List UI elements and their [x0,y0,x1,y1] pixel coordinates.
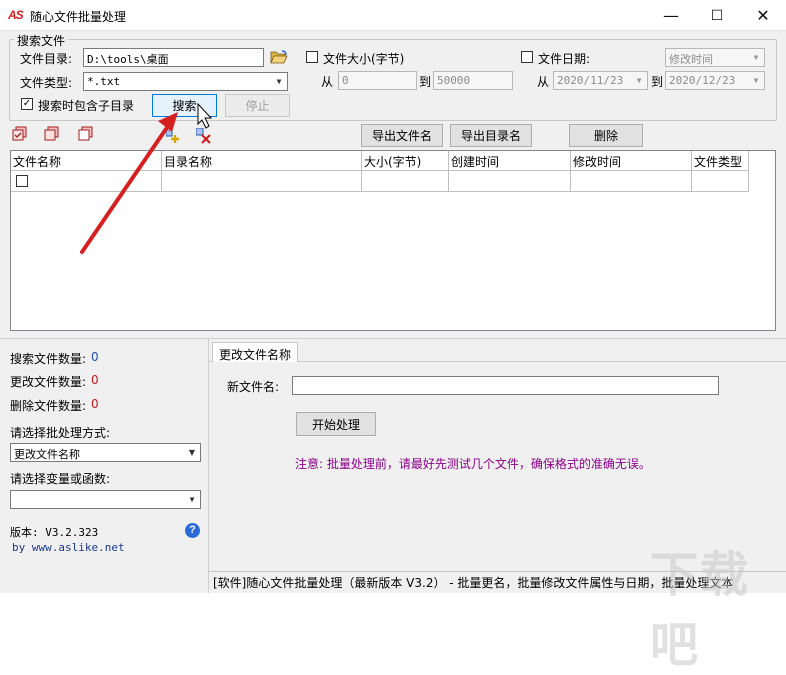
annotation-overlay [80,102,213,254]
red-arrow-icon [80,124,170,254]
mouse-cursor-icon [197,102,213,129]
